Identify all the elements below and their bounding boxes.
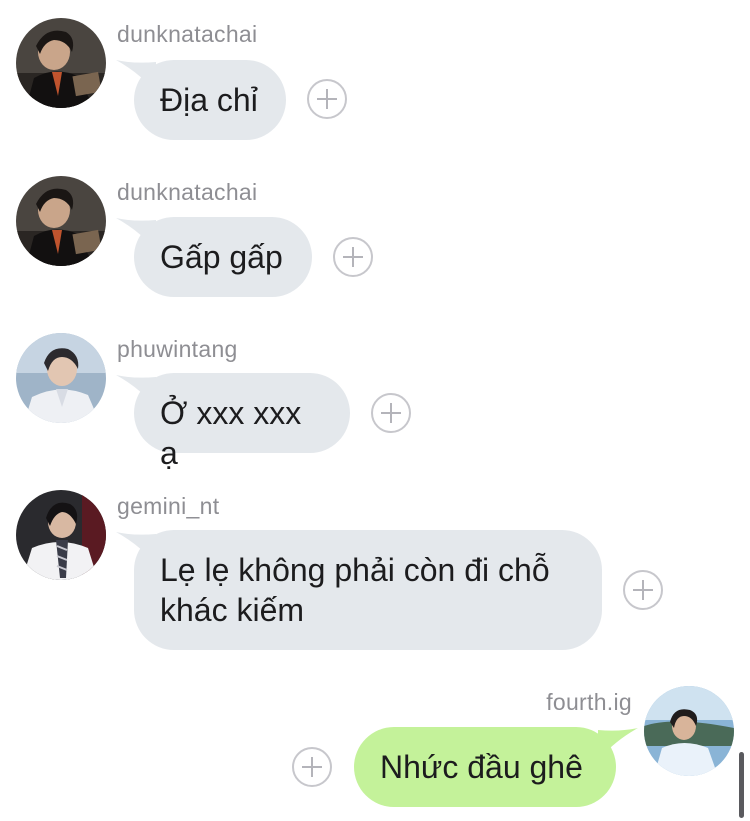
- username: dunknatachai: [117, 21, 258, 47]
- avatar-phuwintang[interactable]: [16, 333, 106, 423]
- avatar-gemini-nt[interactable]: [16, 490, 106, 580]
- message-row: phuwintang Ở xxx xxx ạ: [0, 320, 750, 480]
- chat-screen: { "messages": [ {"username": "dunknatach…: [0, 0, 750, 821]
- scrollbar[interactable]: [739, 752, 744, 818]
- message-bubble[interactable]: Gấp gấp: [134, 217, 312, 297]
- message-row: fourth.ig Nhức đầu ghê: [0, 670, 750, 821]
- username: fourth.ig: [546, 689, 632, 715]
- message-row: dunknatachai Địa chỉ: [0, 0, 750, 160]
- avatar-dunknatachai[interactable]: [16, 176, 106, 266]
- message-bubble[interactable]: Ở xxx xxx ạ: [134, 373, 350, 471]
- add-reaction-icon[interactable]: [292, 747, 332, 787]
- username: phuwintang: [117, 336, 238, 362]
- add-reaction-icon[interactable]: [371, 393, 411, 433]
- username: gemini_nt: [117, 493, 220, 519]
- add-reaction-icon[interactable]: [623, 570, 663, 610]
- add-reaction-icon[interactable]: [333, 237, 373, 277]
- message-row: dunknatachai Gấp gấp: [0, 160, 750, 320]
- message-bubble[interactable]: Nhức đầu ghê: [354, 727, 616, 807]
- message-bubble[interactable]: Lẹ lẹ không phải còn đi chỗ khác kiếm: [134, 530, 602, 650]
- avatar-dunknatachai[interactable]: [16, 18, 106, 108]
- message-row: gemini_nt Lẹ lẹ không phải còn đi chỗ kh…: [0, 480, 750, 670]
- username: dunknatachai: [117, 179, 258, 205]
- message-bubble[interactable]: Địa chỉ: [134, 60, 286, 140]
- avatar-fourth-ig[interactable]: [644, 686, 734, 776]
- add-reaction-icon[interactable]: [307, 79, 347, 119]
